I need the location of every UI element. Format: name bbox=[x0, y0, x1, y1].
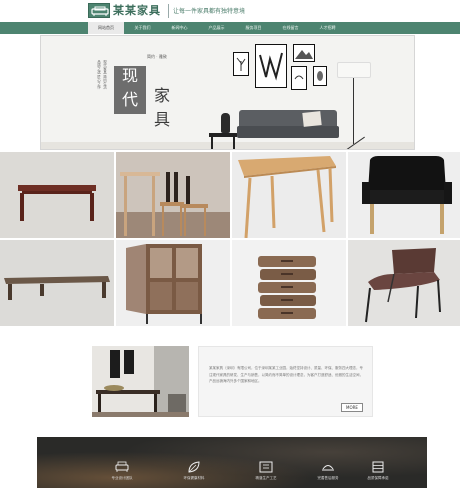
leaf-icon bbox=[188, 461, 200, 473]
plant-art-icon bbox=[236, 57, 246, 71]
product-tile-lounge-chair[interactable] bbox=[348, 240, 460, 326]
hero-title-char: 代 bbox=[122, 90, 139, 109]
wall-frame bbox=[233, 52, 249, 76]
brand-name: 某某家具 bbox=[113, 4, 161, 17]
stool-icon bbox=[116, 152, 230, 238]
leaf-art-icon bbox=[317, 71, 323, 81]
chair-icon bbox=[348, 240, 460, 326]
sofa-cushion bbox=[302, 111, 322, 127]
banner-poem-line: 品质之选 匠心之作 bbox=[97, 60, 102, 90]
cabinet-icon bbox=[372, 461, 384, 473]
nav-item-services[interactable]: 服务项目 bbox=[235, 22, 272, 34]
mountain-art-icon bbox=[295, 50, 313, 59]
table-icon bbox=[0, 240, 114, 326]
about-image[interactable] bbox=[92, 346, 189, 417]
nav-item-about[interactable]: 关于我们 bbox=[124, 22, 161, 34]
main-nav: 网站首页 关于我们 新闻中心 产品展示 服务项目 在线留言 人才招聘 bbox=[0, 22, 460, 34]
nav-item-jobs[interactable]: 人才招聘 bbox=[309, 22, 346, 34]
wall-frame bbox=[291, 66, 307, 90]
sofa-seat bbox=[237, 126, 339, 138]
service-icon bbox=[322, 465, 334, 471]
feature-label: 品质保障承诺 bbox=[367, 476, 389, 480]
about-text: 某某家具（深圳）有限公司，位于深圳某某工业园，始终坚持设计、质量、环保、服务四大… bbox=[209, 366, 363, 383]
brand-divider bbox=[168, 4, 169, 18]
hero-tagline: 简约 · 雅致 bbox=[147, 54, 167, 59]
bench-icon bbox=[0, 152, 114, 238]
armchair-icon bbox=[348, 152, 460, 238]
hero-title-char: 具 bbox=[154, 110, 171, 129]
banner-floor bbox=[41, 142, 414, 149]
more-button[interactable]: MORE bbox=[341, 403, 363, 412]
abstract-art-icon bbox=[259, 52, 283, 81]
feature-item[interactable]: 完善售后服务 bbox=[313, 461, 343, 487]
features-section: 专业设计团队 环保健康材料 精湛生产工艺 完善售后服务 品质保障承诺 bbox=[37, 437, 427, 488]
interior-photo-icon bbox=[92, 346, 189, 417]
wall-frame bbox=[255, 44, 287, 88]
feature-item[interactable]: 环保健康材料 bbox=[179, 461, 209, 487]
wall-frame bbox=[293, 44, 315, 62]
product-tile-armchair[interactable] bbox=[348, 152, 460, 238]
brand-slogan: 让每一件家具都有独特意境 bbox=[173, 8, 246, 15]
nav-item-home[interactable]: 网站首页 bbox=[88, 22, 124, 34]
bird-art-icon bbox=[294, 75, 304, 80]
about-panel: 某某家具（深圳）有限公司，位于深圳某某工业园，始终坚持设计、质量、环保、服务四大… bbox=[198, 346, 373, 417]
vase bbox=[221, 113, 230, 133]
feature-label: 完善售后服务 bbox=[317, 476, 339, 480]
nav-item-news[interactable]: 新闻中心 bbox=[161, 22, 198, 34]
lamp-shade bbox=[337, 62, 371, 78]
feature-item[interactable]: 品质保障承诺 bbox=[363, 461, 393, 487]
product-tile-stools[interactable] bbox=[116, 152, 230, 238]
lamp-pole bbox=[353, 78, 354, 144]
product-tile-drawers[interactable] bbox=[232, 240, 346, 326]
side-table-leg bbox=[211, 136, 213, 149]
feature-label: 环保健康材料 bbox=[183, 476, 205, 480]
nav-item-products[interactable]: 产品展示 bbox=[198, 22, 235, 34]
side-table-leg bbox=[233, 136, 235, 149]
nav-item-message[interactable]: 在线留言 bbox=[272, 22, 309, 34]
logo[interactable] bbox=[88, 3, 110, 18]
tools-icon bbox=[259, 461, 273, 473]
cabinet-icon bbox=[116, 240, 230, 326]
site-header: 某某家具 让每一件家具都有独特意境 bbox=[0, 0, 460, 22]
desk-icon bbox=[232, 152, 346, 238]
armchair-icon bbox=[91, 6, 109, 16]
product-tile-coffee-table[interactable] bbox=[0, 240, 114, 326]
feature-label: 精湛生产工艺 bbox=[255, 476, 277, 480]
drawers-icon bbox=[232, 240, 346, 326]
product-tile-desk[interactable] bbox=[232, 152, 346, 238]
hero-banner[interactable]: 现代家具 简约生活 品质之选 匠心之作 现 代 家 具 简约 · 雅致 bbox=[40, 35, 415, 150]
wall-frame bbox=[313, 66, 327, 86]
feature-item[interactable]: 精湛生产工艺 bbox=[251, 461, 281, 487]
banner-poem-line: 现代家具 简约生活 bbox=[103, 60, 108, 90]
product-grid bbox=[0, 152, 460, 326]
feature-item[interactable]: 专业设计团队 bbox=[107, 461, 137, 487]
product-tile-cabinet[interactable] bbox=[116, 240, 230, 326]
feature-label: 专业设计团队 bbox=[111, 476, 133, 480]
hero-title-char: 现 bbox=[122, 66, 139, 85]
sofa-icon bbox=[115, 461, 129, 472]
hero-title-char: 家 bbox=[154, 86, 171, 105]
product-tile-bench[interactable] bbox=[0, 152, 114, 238]
